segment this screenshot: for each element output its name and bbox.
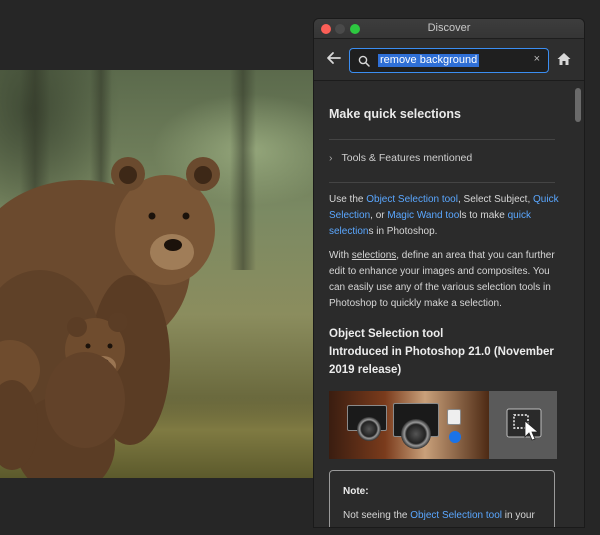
search-icon <box>358 55 370 67</box>
tools-features-label: Tools & Features mentioned <box>341 152 473 164</box>
photoshop-workspace: Discover remove background × Make quick … <box>0 0 600 535</box>
bear-illustration <box>0 157 220 478</box>
article-content[interactable]: Make quick selections › Tools & Features … <box>314 82 584 527</box>
note-title: Note: <box>343 486 369 497</box>
discover-panel: Discover remove background × Make quick … <box>313 18 585 528</box>
chevron-right-icon: › <box>329 152 333 164</box>
object-selection-tool-link[interactable]: Object Selection tool <box>410 510 502 521</box>
intro-paragraph: Use the Object Selection tool, Select Su… <box>329 194 559 237</box>
arrow-left-icon[interactable] <box>326 50 342 66</box>
magic-wand-tool-link[interactable]: Magic Wand too <box>387 210 459 221</box>
object-selection-tool-link[interactable]: Object Selection tool <box>366 194 458 205</box>
selections-paragraph: With selections, define an area that you… <box>329 250 555 309</box>
section-heading: Object Selection tool <box>329 328 444 340</box>
window-title: Discover <box>427 22 471 34</box>
tools-features-expander[interactable]: › Tools & Features mentioned <box>329 152 472 164</box>
section-subheading: Introduced in Photoshop 21.0 (November <box>329 346 554 358</box>
note-box: Note: Not seeing the Object Selection to… <box>329 470 555 527</box>
article-heading: Make quick selections <box>329 107 462 121</box>
object-selection-demo-image <box>329 391 557 459</box>
canvas-image-bears[interactable] <box>0 70 316 478</box>
clear-search-button[interactable]: × <box>534 53 540 65</box>
search-query-text[interactable]: remove background <box>378 54 480 67</box>
section-subheading: 2019 release) <box>329 364 402 376</box>
home-icon[interactable] <box>556 51 572 67</box>
panel-titlebar[interactable]: Discover <box>314 19 584 39</box>
lasso-icon <box>449 431 461 443</box>
search-toolbar: remove background × <box>314 39 584 81</box>
object-selection-tool-icon <box>489 391 557 459</box>
camera-photo <box>329 391 489 459</box>
note-text: Not seeing the Object Selection tool in … <box>343 510 535 521</box>
tool-palette-icon <box>447 409 461 425</box>
selections-link[interactable]: selections <box>352 250 396 261</box>
divider <box>329 139 555 140</box>
divider <box>329 182 555 183</box>
scrollbar-thumb[interactable] <box>575 88 581 122</box>
search-input[interactable]: remove background × <box>349 48 549 73</box>
